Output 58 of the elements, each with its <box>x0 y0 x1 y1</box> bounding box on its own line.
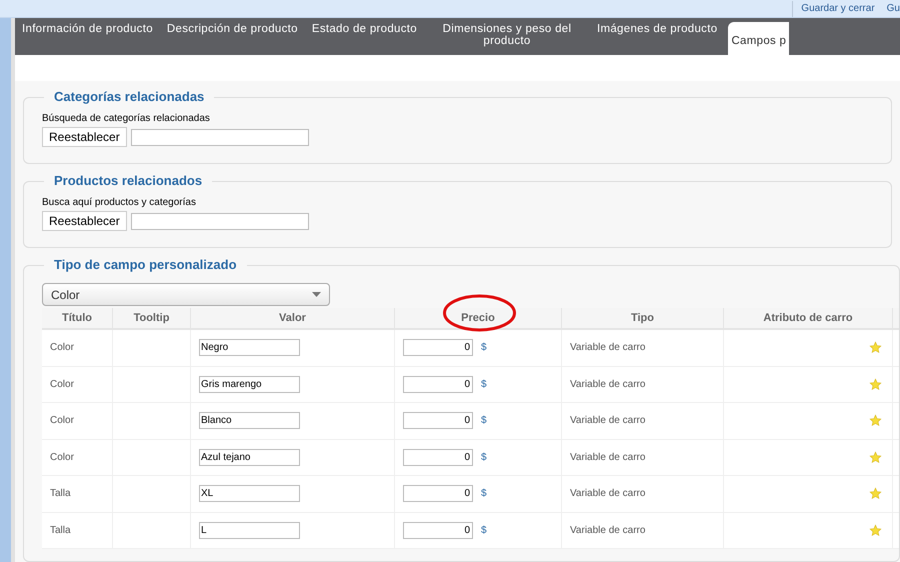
column-header: Atributo de carro <box>724 308 893 328</box>
table-cell: Color <box>42 330 113 366</box>
column-header: Título <box>42 308 113 328</box>
currency-symbol: $ <box>481 341 487 356</box>
table-cell: Color <box>42 440 113 475</box>
currency-symbol: $ <box>481 524 487 538</box>
currency-symbol: $ <box>481 450 487 465</box>
value-field[interactable]: L <box>199 522 300 539</box>
price-field[interactable]: 0 <box>403 412 473 430</box>
price-field[interactable]: 0 <box>403 448 473 466</box>
tab[interactable]: Campos p <box>728 22 790 55</box>
currency-symbol: $ <box>481 414 487 428</box>
search-field[interactable] <box>130 212 309 230</box>
price-field[interactable]: 0 <box>403 376 473 393</box>
field-label: Búsqueda de categorías relacionadas <box>42 112 211 126</box>
value-field[interactable]: Azul tejano <box>199 448 300 466</box>
currency-symbol: $ <box>481 378 487 392</box>
star-icon[interactable] <box>869 414 882 428</box>
tab[interactable]: Imágenes de producto <box>594 22 720 35</box>
table-cell: Variable de carro <box>562 440 724 475</box>
value-field[interactable]: Negro <box>199 339 300 356</box>
caret-icon <box>312 292 321 297</box>
table-cell: Variable de carro <box>562 330 724 366</box>
tab[interactable]: Descripción de producto <box>164 22 301 35</box>
table-cell: Talla <box>42 512 113 548</box>
column-header: Tooltip <box>113 308 191 328</box>
table-cell: Color <box>42 403 113 438</box>
price-field[interactable]: 0 <box>403 339 473 356</box>
table-cell: Talla <box>42 476 113 512</box>
star-icon[interactable] <box>869 378 882 391</box>
tab[interactable]: Información de producto <box>19 22 156 35</box>
reset-button[interactable]: Reestablecer <box>42 127 127 147</box>
search-field[interactable] <box>130 128 309 146</box>
star-icon[interactable] <box>869 450 882 464</box>
reset-button[interactable]: Reestablecer <box>42 211 127 231</box>
price-field[interactable]: 0 <box>403 485 473 502</box>
table-cell: Color <box>42 366 113 402</box>
column-header: Precio <box>395 308 562 328</box>
type-select[interactable]: Color <box>42 283 330 306</box>
table-cell: Variable de carro <box>562 476 724 512</box>
value-field[interactable]: XL <box>199 485 300 502</box>
value-field[interactable]: Gris marengo <box>199 376 300 393</box>
star-icon[interactable] <box>869 524 882 537</box>
column-header: Tipo <box>562 308 724 328</box>
price-field[interactable]: 0 <box>403 522 473 539</box>
field-label: Busca aquí productos y categorías <box>42 196 197 210</box>
column-header: Valor <box>191 308 395 328</box>
toolbar-button[interactable]: Gu <box>886 2 900 14</box>
table-cell: Variable de carro <box>562 512 724 548</box>
star-icon[interactable] <box>869 487 882 500</box>
tab[interactable]: Dimensiones y peso del producto <box>428 22 586 47</box>
value-field[interactable]: Blanco <box>199 412 300 430</box>
table-cell: Variable de carro <box>562 366 724 402</box>
currency-symbol: $ <box>481 487 487 502</box>
table-cell: Variable de carro <box>562 403 724 438</box>
toolbar-button[interactable]: Guardar y cerrar <box>801 2 875 14</box>
tab[interactable]: Estado de producto <box>308 22 420 35</box>
star-icon[interactable] <box>869 341 882 354</box>
